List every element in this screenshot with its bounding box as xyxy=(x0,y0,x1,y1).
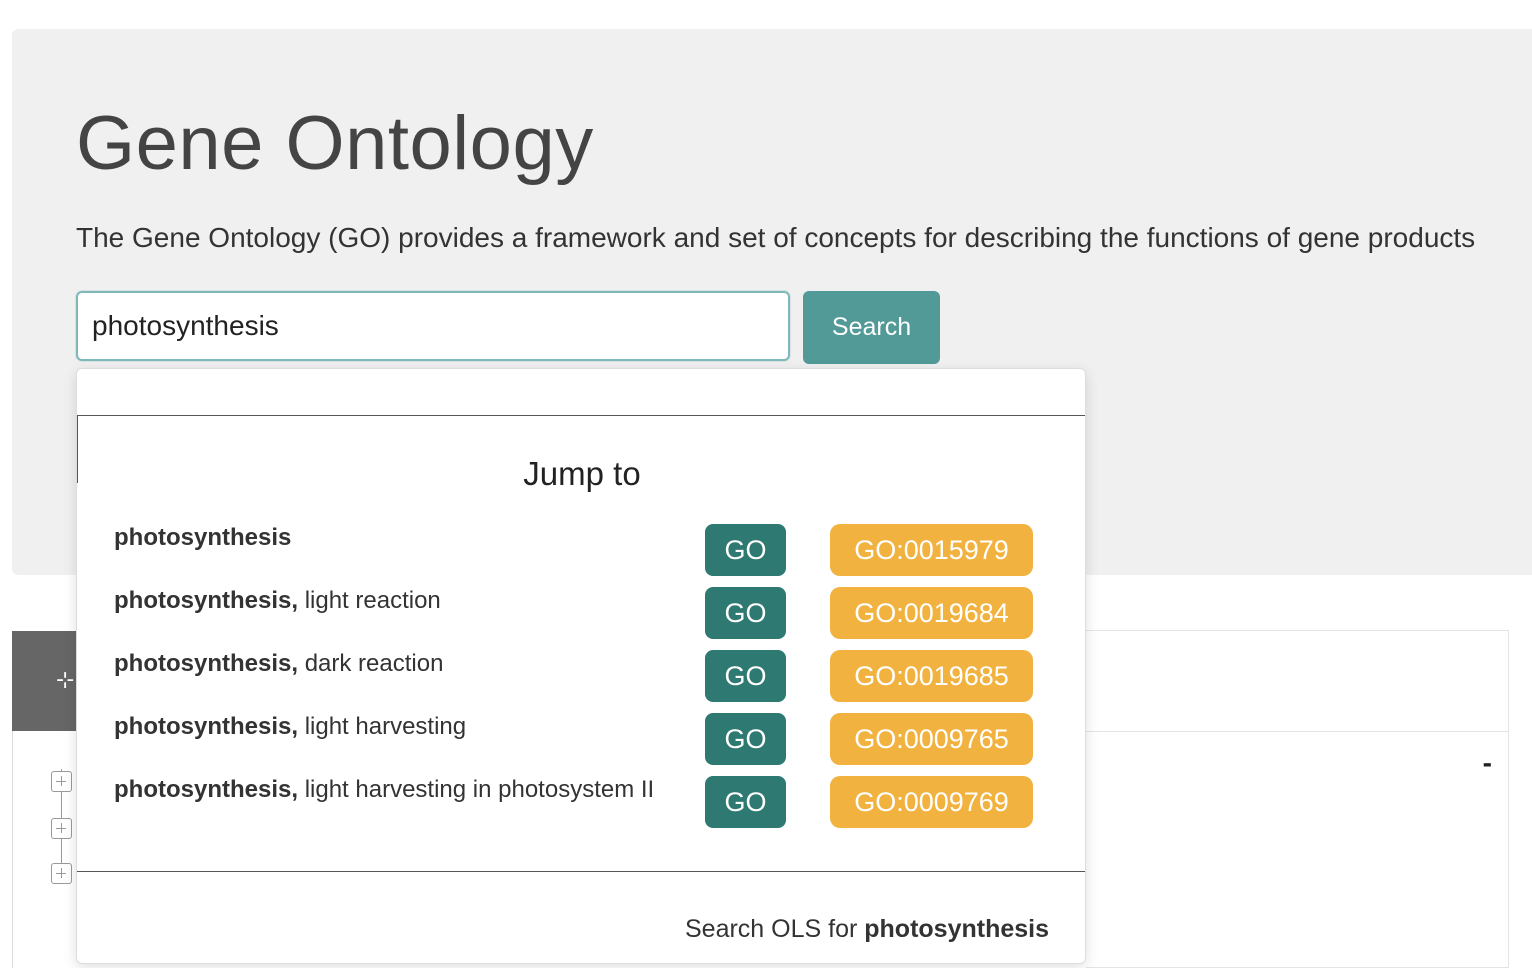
divider xyxy=(77,871,1085,872)
ontology-badge[interactable]: GO xyxy=(705,524,786,576)
card-divider xyxy=(1086,731,1508,732)
page-title: Gene Ontology xyxy=(76,101,594,186)
term-id-badge[interactable]: GO:0019685 xyxy=(830,650,1033,702)
search-ols-link[interactable]: Search OLS for photosynthesis xyxy=(685,915,1049,944)
divider xyxy=(77,415,1085,416)
search-input[interactable] xyxy=(76,291,790,361)
page-description: The Gene Ontology (GO) provides a framew… xyxy=(76,222,1476,253)
tree-view-tab[interactable]: ⊹ xyxy=(12,631,76,731)
collapse-toggle[interactable]: - xyxy=(1483,747,1492,779)
suggestion-label[interactable]: photosynthesis, light harvesting xyxy=(114,713,466,741)
term-id-badge[interactable]: GO:0009765 xyxy=(830,713,1033,765)
suggestion-label[interactable]: photosynthesis xyxy=(114,524,291,552)
suggestion-label[interactable]: photosynthesis, dark reaction xyxy=(114,650,443,678)
ontology-badge[interactable]: GO xyxy=(705,776,786,828)
ontology-badge[interactable]: GO xyxy=(705,713,786,765)
suggestion-row[interactable]: photosynthesis, light reaction GO GO:001… xyxy=(77,587,1087,641)
expand-icon[interactable] xyxy=(51,818,72,839)
search-button[interactable]: Search xyxy=(803,291,940,364)
info-card: - xyxy=(1086,630,1509,968)
suggestion-row[interactable]: photosynthesis GO GO:0015979 xyxy=(77,524,1087,578)
suggestion-label[interactable]: photosynthesis, light harvesting in phot… xyxy=(114,776,654,804)
tree-panel xyxy=(12,731,76,968)
suggestion-row[interactable]: photosynthesis, dark reaction GO GO:0019… xyxy=(77,650,1087,704)
expand-icon[interactable] xyxy=(51,771,72,792)
suggestion-row[interactable]: photosynthesis, light harvesting in phot… xyxy=(77,776,1087,830)
term-id-badge[interactable]: GO:0009769 xyxy=(830,776,1033,828)
suggestion-row[interactable]: photosynthesis, light harvesting GO GO:0… xyxy=(77,713,1087,767)
suggestion-label[interactable]: photosynthesis, light reaction xyxy=(114,587,441,615)
tree-icon: ⊹ xyxy=(56,667,75,692)
expand-icon[interactable] xyxy=(51,863,72,884)
term-id-badge[interactable]: GO:0019684 xyxy=(830,587,1033,639)
ontology-badge[interactable]: GO xyxy=(705,650,786,702)
autocomplete-dropdown: Jump to photosynthesis GO GO:0015979 pho… xyxy=(76,368,1086,964)
ontology-badge[interactable]: GO xyxy=(705,587,786,639)
jump-to-heading: Jump to xyxy=(523,455,641,492)
term-id-badge[interactable]: GO:0015979 xyxy=(830,524,1033,576)
